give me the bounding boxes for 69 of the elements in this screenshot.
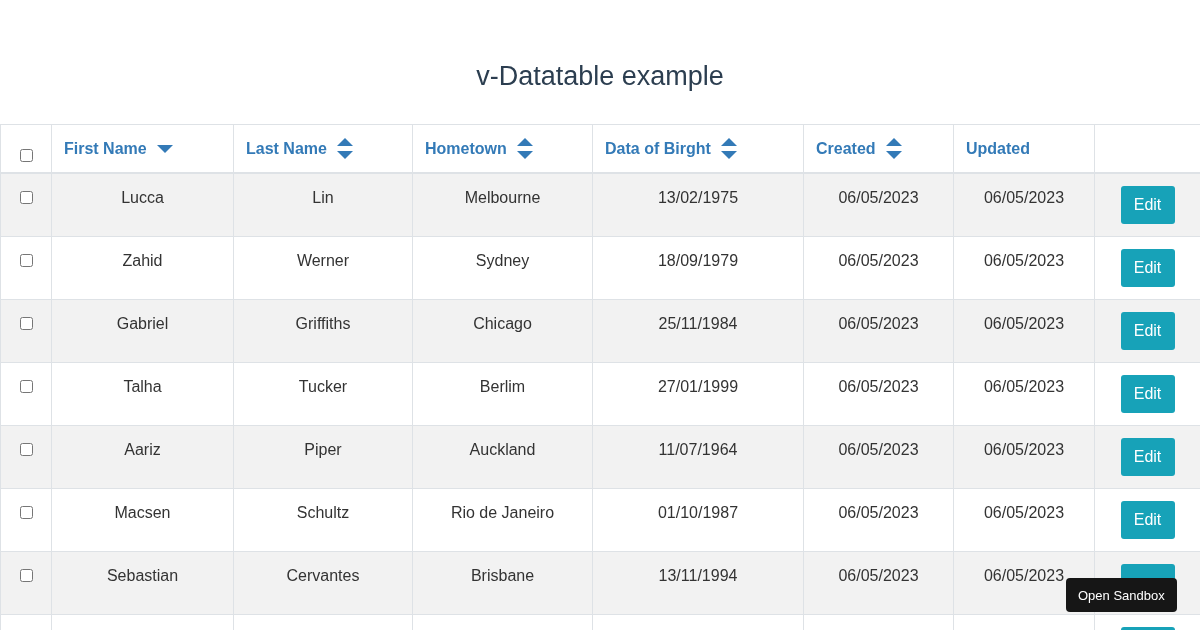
table-cell: 06/05/2023 bbox=[983, 504, 1065, 522]
table-cell: Lucca bbox=[121, 189, 164, 207]
table-cell: Chicago bbox=[473, 315, 532, 333]
row-checkbox[interactable] bbox=[19, 317, 33, 330]
sort-icon[interactable] bbox=[516, 137, 533, 160]
table-cell: 01/10/1987 bbox=[657, 504, 739, 522]
table-cell: Werner bbox=[296, 252, 350, 270]
table-cell: Talha bbox=[123, 378, 162, 396]
table-cell: Schultz bbox=[296, 504, 350, 522]
row-checkbox[interactable] bbox=[19, 443, 33, 456]
table-cell: Piper bbox=[304, 441, 342, 459]
table-cell: 06/05/2023 bbox=[838, 504, 919, 522]
sort-descending-icon[interactable] bbox=[156, 144, 173, 153]
table-cell: 13/11/1994 bbox=[658, 567, 738, 585]
column-header[interactable]: Hometown bbox=[425, 139, 507, 158]
table-cell: Macsen bbox=[114, 504, 171, 522]
table-cell: Berlim bbox=[479, 378, 526, 396]
table-cell: Griffiths bbox=[295, 315, 351, 333]
table-cell: Aariz bbox=[124, 441, 161, 459]
table-cell: 06/05/2023 bbox=[983, 252, 1065, 270]
table-cell: 06/05/2023 bbox=[983, 315, 1065, 333]
table-cell: Zahid bbox=[122, 252, 163, 270]
column-header[interactable]: Created bbox=[816, 139, 876, 158]
table-cell: Rio de Janeiro bbox=[450, 504, 555, 522]
table-cell: Brisbane bbox=[470, 567, 535, 585]
table-cell: 06/05/2023 bbox=[838, 189, 919, 207]
column-header[interactable]: Data of Birght bbox=[605, 139, 711, 158]
table-cell: Cervantes bbox=[286, 567, 360, 585]
column-header[interactable]: Updated bbox=[966, 139, 1030, 158]
edit-button[interactable]: Edit bbox=[1120, 249, 1175, 287]
table-cell: 06/05/2023 bbox=[983, 378, 1065, 396]
sort-icon[interactable] bbox=[720, 137, 737, 160]
table-cell: 11/07/1964 bbox=[658, 441, 738, 459]
column-header[interactable]: Last Name bbox=[246, 139, 327, 158]
edit-button[interactable]: Edit bbox=[1120, 375, 1175, 413]
row-checkbox[interactable] bbox=[19, 191, 33, 204]
row-checkbox[interactable] bbox=[19, 380, 33, 393]
table-cell: 06/05/2023 bbox=[838, 567, 919, 585]
table-cell: 06/05/2023 bbox=[838, 252, 919, 270]
table-cell: Melbourne bbox=[464, 189, 541, 207]
row-checkbox[interactable] bbox=[19, 569, 33, 582]
table-cell: 13/02/1975 bbox=[657, 189, 739, 207]
table-cell: Gabriel bbox=[116, 315, 169, 333]
table-cell: 25/11/1984 bbox=[658, 315, 738, 333]
table-cell: Lin bbox=[312, 189, 334, 207]
edit-button[interactable]: Edit bbox=[1120, 312, 1175, 350]
table-cell: 06/05/2023 bbox=[983, 567, 1065, 585]
edit-button[interactable]: Edit bbox=[1120, 501, 1175, 539]
table-cell: 27/01/1999 bbox=[657, 378, 739, 396]
row-checkbox[interactable] bbox=[19, 506, 33, 519]
table-cell: 06/05/2023 bbox=[983, 189, 1065, 207]
table-cell: 06/05/2023 bbox=[838, 441, 919, 459]
table-cell: Auckland bbox=[469, 441, 536, 459]
table-cell: 06/05/2023 bbox=[838, 378, 919, 396]
table-cell: Sebastian bbox=[106, 567, 179, 585]
edit-button[interactable]: Edit bbox=[1120, 186, 1175, 224]
page-title: v-Datatable example bbox=[476, 60, 724, 92]
table-cell: Sydney bbox=[475, 252, 530, 270]
row-checkbox[interactable] bbox=[19, 254, 33, 267]
column-header[interactable]: First Name bbox=[64, 139, 147, 158]
table-cell: 06/05/2023 bbox=[983, 441, 1065, 459]
table-cell: 18/09/1979 bbox=[657, 252, 739, 270]
select-all-checkbox[interactable] bbox=[19, 149, 33, 162]
table-cell: Tucker bbox=[298, 378, 348, 396]
sort-icon[interactable] bbox=[336, 137, 353, 160]
tooltip: Open Sandbox bbox=[1066, 578, 1177, 612]
edit-button[interactable]: Edit bbox=[1120, 438, 1175, 476]
sort-icon[interactable] bbox=[885, 137, 902, 160]
table-cell: 06/05/2023 bbox=[838, 315, 919, 333]
